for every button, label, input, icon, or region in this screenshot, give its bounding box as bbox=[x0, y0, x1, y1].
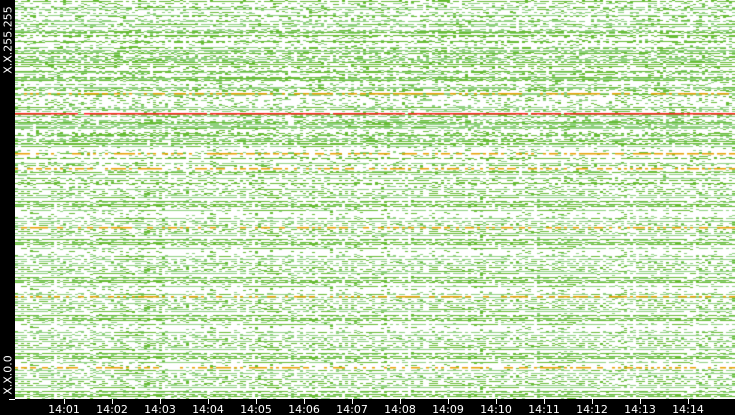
x-tick-label: 14:11 bbox=[528, 403, 560, 415]
x-tick-label: 14:02 bbox=[96, 403, 128, 415]
x-tick-label: 14:09 bbox=[432, 403, 464, 415]
x-tick-label: 14:07 bbox=[336, 403, 368, 415]
plot-area bbox=[15, 0, 735, 399]
x-tick-label: 14:03 bbox=[144, 403, 176, 415]
x-tick-label: 14:12 bbox=[576, 403, 608, 415]
x-tick-label: 14:05 bbox=[240, 403, 272, 415]
y-tick-label: X.X.255.255 bbox=[1, 6, 14, 74]
x-tick-label: 14:08 bbox=[384, 403, 416, 415]
x-tick-label: 14:01 bbox=[48, 403, 80, 415]
y-label-top: X.X.255.255 bbox=[0, 0, 15, 80]
x-tick-label: 14:10 bbox=[480, 403, 512, 415]
x-tick-label: 14:04 bbox=[192, 403, 224, 415]
ip-activity-heatmap: X.X.255.255 X.X.0.0 14:01 14:02 14:03 14:04… bbox=[0, 0, 735, 415]
x-tick-label: 14:06 bbox=[288, 403, 320, 415]
x-axis: 14:01 14:02 14:03 14:04 14:05 14:06 14:07 14:08… bbox=[15, 399, 735, 415]
x-tick-label: 14:14 bbox=[672, 403, 704, 415]
x-tick-label: 14:13 bbox=[624, 403, 656, 415]
y-label-bottom: X.X.0.0 bbox=[0, 345, 15, 405]
y-tick-label: X.X.0.0 bbox=[1, 355, 14, 395]
